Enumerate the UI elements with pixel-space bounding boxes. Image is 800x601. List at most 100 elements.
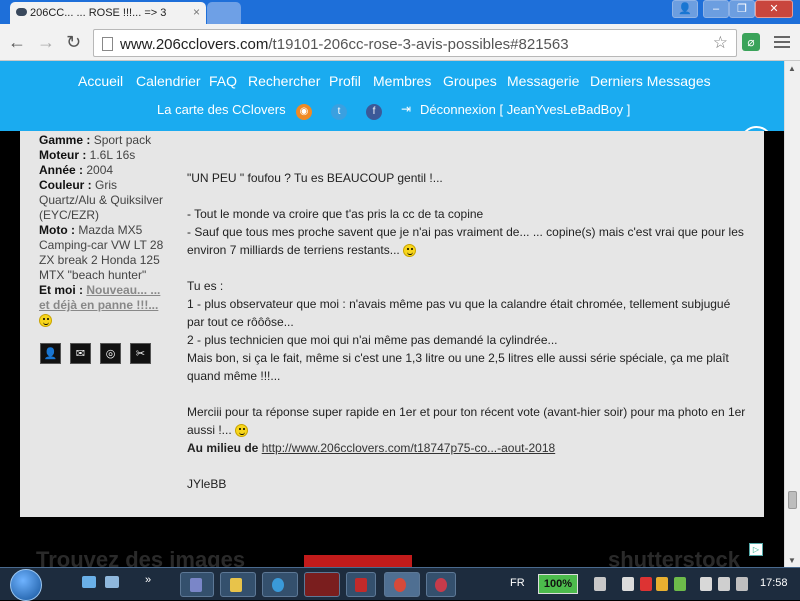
maximize-button[interactable]: ❐: [729, 0, 755, 18]
message-line: Tu es :: [187, 279, 224, 293]
twitter-icon[interactable]: t: [331, 104, 347, 120]
nav-deconnexion[interactable]: Déconnexion [ JeanYvesLeBadBoy ]: [420, 102, 630, 117]
message-line: [187, 385, 747, 403]
url-path: /t19101-206cc-rose-3-avis-possibles#8215…: [268, 36, 569, 53]
profile-moteur: Moteur : 1.6L 16s: [39, 148, 136, 162]
globe-icon: [272, 578, 284, 592]
window-switch-icon[interactable]: [105, 576, 119, 588]
windows-start-button[interactable]: [10, 569, 42, 601]
message-line: [187, 259, 747, 277]
minimize-button[interactable]: –: [703, 0, 729, 18]
profile-couleur: Couleur : Gris Quartz/Alu & Quiksilver (…: [39, 178, 164, 222]
battery-indicator[interactable]: 100%: [538, 574, 578, 594]
scroll-down-arrow-icon[interactable]: ▼: [788, 556, 796, 565]
browser-titlebar: 206CC... ... ROSE !!!... => 3 × 👤 – ❐ ✕: [0, 0, 800, 24]
tools-icon[interactable]: ✂: [130, 343, 151, 364]
folder-icon: [230, 578, 242, 592]
taskbar-overflow-icon[interactable]: »: [145, 574, 151, 586]
rss-icon[interactable]: ◉: [296, 104, 312, 120]
taskbar-app-chrome[interactable]: [384, 572, 420, 597]
message-signature: JYleBB: [187, 477, 227, 491]
back-arrow-icon[interactable]: ←: [8, 32, 26, 52]
nav-membres[interactable]: Membres: [373, 73, 431, 89]
ad-banner[interactable]: Trouvez des images shutterstock: [0, 541, 784, 567]
message-line: 1 - plus observateur que moi : n'avais m…: [187, 297, 731, 329]
message-line: [187, 457, 747, 475]
smiley-icon: [235, 424, 249, 438]
page-scrollbar[interactable]: ▲ ▼: [784, 61, 800, 567]
page-icon: [102, 37, 113, 51]
tray-network-icon[interactable]: [700, 577, 712, 591]
website-globe-icon[interactable]: ◎: [100, 343, 121, 364]
message-line: - Tout le monde va croire que t'as pris …: [187, 207, 484, 221]
user-profile-icon[interactable]: 👤: [672, 0, 698, 18]
app-icon: [190, 578, 202, 592]
show-desktop-icon[interactable]: [82, 576, 96, 588]
taskbar-app-itunes[interactable]: [426, 572, 456, 597]
message-link-line: Au milieu de http://www.206cclovers.com/…: [187, 441, 556, 455]
tray-icon-1[interactable]: [594, 577, 606, 591]
content-area: Gamme : Sport pack Moteur : 1.6L 16s Ann…: [0, 131, 784, 567]
address-bar[interactable]: www.206cclovers.com/t19101-206cc-rose-3-…: [93, 29, 737, 57]
nav-calendrier[interactable]: Calendrier: [136, 73, 201, 89]
ad-text-right: shutterstock: [608, 547, 741, 567]
message-line: 2 - plus technicien que moi qui n'ai mêm…: [187, 333, 558, 347]
ad-text-left: Trouvez des images: [36, 547, 246, 567]
tray-icon-3[interactable]: [656, 577, 668, 591]
message-line: - Sauf que tous mes proche savent que je…: [187, 225, 744, 258]
chrome-icon: [394, 578, 406, 592]
nav-derniers-messages[interactable]: Derniers Messages: [590, 73, 711, 89]
nav-carte-cclovers[interactable]: La carte des CClovers: [157, 102, 286, 117]
smiley-icon: [39, 314, 52, 328]
taskbar-app-1[interactable]: [180, 572, 214, 597]
nav-messagerie[interactable]: Messagerie: [507, 73, 579, 89]
language-indicator[interactable]: FR: [510, 577, 525, 589]
reload-icon[interactable]: ↻: [66, 32, 81, 52]
tray-volume-icon[interactable]: [718, 577, 730, 591]
scroll-up-arrow-icon[interactable]: ▲: [788, 64, 796, 73]
tray-antivirus-icon[interactable]: [640, 577, 652, 591]
nav-groupes[interactable]: Groupes: [443, 73, 497, 89]
taskbar-app-explorer[interactable]: [220, 572, 256, 597]
extension-paperclip-icon[interactable]: ⌀: [742, 33, 760, 51]
nav-profil[interactable]: Profil: [329, 73, 361, 89]
profile-moto: Moto : Mazda MX5 Camping-car VW LT 28 ZX…: [39, 223, 164, 282]
smiley-icon: [403, 244, 417, 258]
menu-hamburger-icon[interactable]: [774, 34, 790, 50]
taskbar-app-network[interactable]: [262, 572, 298, 597]
url-text[interactable]: www.206cclovers.com/t19101-206cc-rose-3-…: [120, 36, 569, 53]
filezilla-icon: [355, 578, 367, 592]
message-line: Merciii pour ta réponse super rapide en …: [187, 405, 746, 438]
car-favicon-icon: [16, 8, 27, 16]
nav-accueil[interactable]: Accueil: [78, 73, 123, 89]
post-link[interactable]: http://www.206cclovers.com/t18747p75-co.…: [262, 441, 556, 455]
clock[interactable]: 17:58: [760, 577, 788, 589]
windows-taskbar: » FR 100% 17:58: [0, 567, 800, 601]
url-host: www.206cclovers.com: [120, 36, 269, 53]
itunes-icon: [435, 578, 447, 592]
message-line: [187, 187, 747, 205]
profile-gamme: Gamme : Sport pack: [39, 133, 152, 147]
nav-faq[interactable]: FAQ: [209, 73, 237, 89]
taskbar-app-red[interactable]: [304, 572, 340, 597]
adchoices-icon[interactable]: ▷: [749, 543, 763, 556]
profile-annee: Année : 2004: [39, 163, 114, 177]
close-window-button[interactable]: ✕: [755, 0, 793, 18]
facebook-icon[interactable]: f: [366, 104, 382, 120]
forward-arrow-icon[interactable]: →: [37, 32, 55, 52]
tray-icon-7[interactable]: [736, 577, 748, 591]
tab-close-icon[interactable]: ×: [193, 5, 200, 19]
taskbar-app-filezilla[interactable]: [346, 572, 376, 597]
profile-icon[interactable]: 👤: [40, 343, 61, 364]
new-tab-button[interactable]: [207, 2, 241, 24]
scrollbar-thumb[interactable]: [788, 491, 797, 509]
private-message-icon[interactable]: ✉: [70, 343, 91, 364]
message-line: Mais bon, si ça le fait, même si c'est u…: [187, 351, 729, 383]
tab-title: 206CC... ... ROSE !!!... => 3: [30, 7, 167, 19]
logout-icon[interactable]: ⇥: [401, 102, 411, 116]
bookmark-star-icon[interactable]: ☆: [713, 33, 728, 53]
nav-rechercher[interactable]: Rechercher: [248, 73, 320, 89]
tray-icon-4[interactable]: [674, 577, 686, 591]
browser-tab-active[interactable]: 206CC... ... ROSE !!!... => 3 ×: [10, 2, 206, 24]
tray-arrow-icon[interactable]: [622, 577, 634, 591]
